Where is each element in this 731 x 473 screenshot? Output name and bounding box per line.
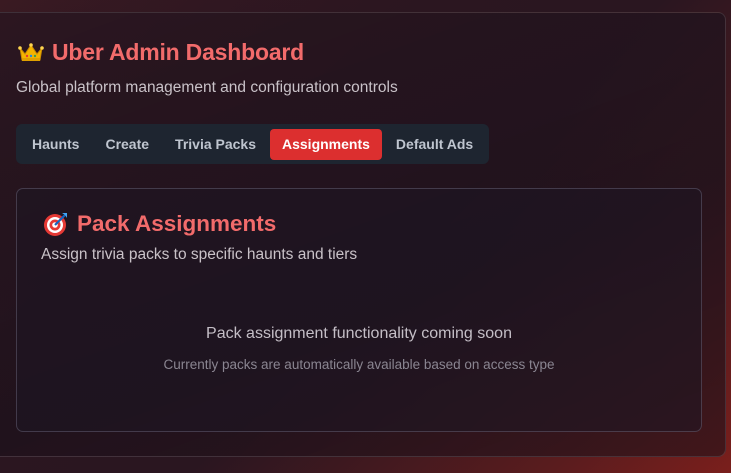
page-title: Uber Admin Dashboard [18,39,304,66]
tab-bar: Haunts Create Trivia Packs Assignments D… [16,124,490,164]
pack-assignments-card: Pack Assignments Assign trivia packs to … [16,188,702,432]
coming-soon-note: Currently packs are automatically availa… [163,357,555,372]
target-icon [43,211,69,237]
crown-icon [18,42,44,63]
card-title: Pack Assignments [43,211,276,237]
dashboard-title: Uber Admin Dashboard [52,39,305,65]
tab-trivia-packs[interactable]: Trivia Packs [163,129,268,160]
tab-haunts[interactable]: Haunts [20,129,91,160]
tab-create[interactable]: Create [93,129,161,160]
dashboard-panel: Uber Admin Dashboard Global platform man… [0,12,726,457]
coming-soon-message: Pack assignment functionality coming soo… [206,325,512,342]
card-title-text: Pack Assignments [77,211,277,236]
tab-assignments[interactable]: Assignments [270,128,382,160]
card-subtitle: Assign trivia packs to specific haunts a… [41,246,358,263]
dashboard-subtitle: Global platform management and configura… [16,79,398,96]
tab-default-ads[interactable]: Default Ads [384,129,485,160]
